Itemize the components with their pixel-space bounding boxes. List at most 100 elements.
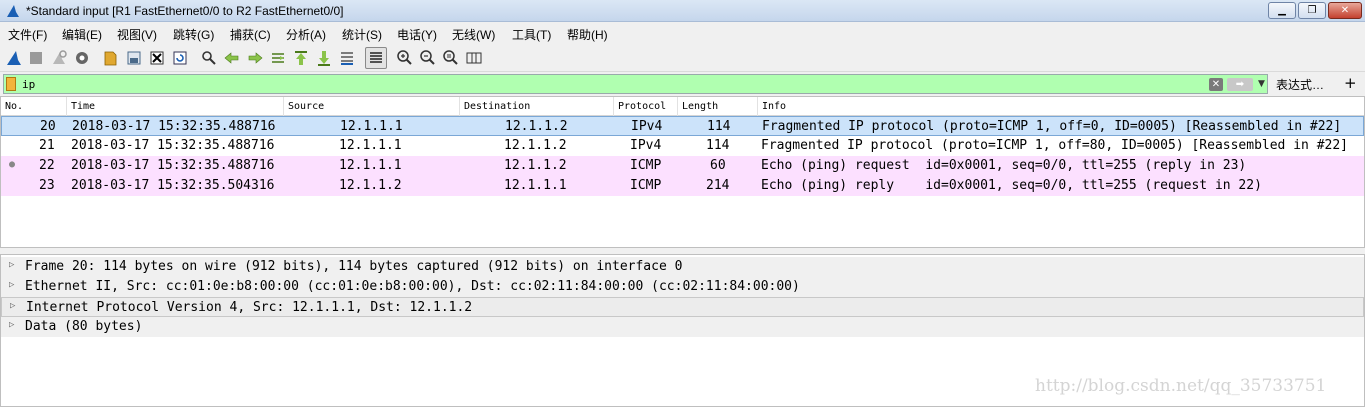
watermark: http://blog.csdn.net/qq_35733751 [1035, 376, 1327, 396]
column-header-info[interactable]: Info [758, 97, 1364, 116]
cell-info: Echo (ping) request id=0x0001, seq=0/0, … [761, 158, 1247, 173]
cell-no: 20 [40, 119, 56, 134]
menu-edit[interactable]: 编辑(E) [62, 26, 102, 43]
go-forward-icon[interactable] [246, 49, 264, 67]
go-back-icon[interactable] [223, 49, 241, 67]
display-filter-bar: ✕ ➡ ▼ 表达式… + [0, 73, 1365, 95]
save-file-icon[interactable] [125, 49, 143, 67]
open-file-icon[interactable] [102, 49, 120, 67]
bookmark-icon[interactable] [6, 77, 16, 91]
cell-destination: 12.1.1.2 [504, 138, 567, 153]
shark-fin-start-icon[interactable] [5, 49, 23, 67]
minimize-button[interactable]: ▁ [1268, 2, 1296, 19]
expand-arrow-icon[interactable]: ▷ [9, 260, 14, 270]
tree-item-label: Data (80 bytes) [25, 319, 143, 334]
menu-wireless[interactable]: 无线(W) [452, 26, 495, 43]
menu-tools[interactable]: 工具(T) [512, 26, 551, 43]
add-filter-button[interactable]: + [1344, 74, 1357, 92]
resize-columns-icon[interactable] [465, 49, 483, 67]
capture-options-icon[interactable] [73, 49, 91, 67]
tree-item-label: Ethernet II, Src: cc:01:0e:b8:00:00 (cc:… [25, 279, 800, 294]
cell-destination: 12.1.1.2 [504, 158, 567, 173]
auto-scroll-icon[interactable] [338, 49, 356, 67]
cell-destination: 12.1.1.1 [504, 178, 567, 193]
menu-telephony[interactable]: 电话(Y) [397, 26, 437, 43]
display-filter-input[interactable] [22, 76, 1202, 92]
go-to-packet-icon[interactable] [269, 49, 287, 67]
menu-capture[interactable]: 捕获(C) [230, 26, 271, 43]
cell-length: 60 [710, 158, 726, 173]
last-packet-icon[interactable] [315, 49, 333, 67]
expression-button[interactable]: 表达式… [1276, 76, 1324, 93]
cell-no: 21 [39, 138, 55, 153]
cell-length: 114 [706, 138, 730, 153]
cell-source: 12.1.1.1 [339, 158, 402, 173]
apply-filter-icon[interactable]: ➡ [1227, 78, 1253, 91]
main-toolbar [0, 44, 1365, 72]
expand-arrow-icon[interactable]: ▷ [9, 280, 14, 290]
window-title: *Standard input [R1 FastEthernet0/0 to R… [26, 4, 344, 18]
cell-info: Echo (ping) reply id=0x0001, seq=0/0, tt… [761, 178, 1262, 193]
cell-destination: 12.1.1.2 [505, 119, 568, 134]
column-header-protocol[interactable]: Protocol [614, 97, 678, 116]
cell-time: 2018-03-17 15:32:35.504316 [71, 178, 275, 193]
cell-info: Fragmented IP protocol (proto=ICMP 1, of… [762, 119, 1342, 134]
cell-no: 23 [39, 178, 55, 193]
table-row[interactable]: 23 2018-03-17 15:32:35.504316 12.1.1.2 1… [1, 176, 1364, 196]
wireshark-fin-icon [7, 5, 19, 17]
cell-protocol: IPv4 [630, 138, 662, 153]
cell-info: Fragmented IP protocol (proto=ICMP 1, of… [761, 138, 1348, 153]
packet-list: No. Time Source Destination Protocol Len… [0, 96, 1365, 248]
cell-length: 214 [706, 178, 730, 193]
packet-list-header: No. Time Source Destination Protocol Len… [1, 97, 1364, 116]
menu-help[interactable]: 帮助(H) [567, 26, 608, 43]
menu-bar: 文件(F) 编辑(E) 视图(V) 跳转(G) 捕获(C) 分析(A) 统计(S… [0, 23, 1365, 43]
close-file-icon[interactable] [148, 49, 166, 67]
column-header-no[interactable]: No. [1, 97, 67, 116]
related-packet-dot-icon: ● [9, 159, 16, 170]
reload-file-icon[interactable] [171, 49, 189, 67]
title-bar: *Standard input [R1 FastEthernet0/0 to R… [0, 0, 1365, 22]
tree-item-frame[interactable]: ▷ Frame 20: 114 bytes on wire (912 bits)… [1, 257, 1364, 277]
cell-source: 12.1.1.1 [340, 119, 403, 134]
clear-filter-icon[interactable]: ✕ [1209, 78, 1223, 91]
table-row[interactable]: 21 2018-03-17 15:32:35.488716 12.1.1.1 1… [1, 136, 1364, 156]
stop-capture-icon[interactable] [27, 49, 45, 67]
expand-arrow-icon[interactable]: ▷ [10, 301, 15, 311]
table-row[interactable]: 20 2018-03-17 15:32:35.488716 12.1.1.1 1… [1, 116, 1364, 136]
menu-analyze[interactable]: 分析(A) [286, 26, 326, 43]
cell-time: 2018-03-17 15:32:35.488716 [72, 119, 276, 134]
tree-item-ethernet[interactable]: ▷ Ethernet II, Src: cc:01:0e:b8:00:00 (c… [1, 277, 1364, 297]
cell-time: 2018-03-17 15:32:35.488716 [71, 138, 275, 153]
tree-item-label: Internet Protocol Version 4, Src: 12.1.1… [26, 300, 473, 315]
tree-item-ipv4[interactable]: ▷ Internet Protocol Version 4, Src: 12.1… [1, 297, 1364, 317]
column-header-destination[interactable]: Destination [460, 97, 614, 116]
cell-protocol: IPv4 [631, 119, 663, 134]
maximize-button[interactable]: ❐ [1298, 2, 1326, 19]
restart-capture-icon[interactable] [50, 49, 68, 67]
zoom-out-icon[interactable] [419, 49, 437, 67]
column-header-source[interactable]: Source [284, 97, 460, 116]
colorize-icon[interactable] [365, 47, 387, 69]
first-packet-icon[interactable] [292, 49, 310, 67]
tree-item-data[interactable]: ▷ Data (80 bytes) [1, 317, 1364, 337]
table-row[interactable]: ● 22 2018-03-17 15:32:35.488716 12.1.1.1… [1, 156, 1364, 176]
menu-view[interactable]: 视图(V) [117, 26, 157, 43]
column-header-time[interactable]: Time [67, 97, 284, 116]
cell-source: 12.1.1.1 [339, 138, 402, 153]
display-filter-field: ✕ ➡ ▼ [3, 74, 1268, 94]
cell-no: 22 [39, 158, 55, 173]
zoom-in-icon[interactable] [396, 49, 414, 67]
menu-go[interactable]: 跳转(G) [173, 26, 214, 43]
chevron-down-icon[interactable]: ▼ [1258, 79, 1265, 89]
close-button[interactable]: ✕ [1328, 2, 1362, 19]
cell-source: 12.1.1.2 [339, 178, 402, 193]
expand-arrow-icon[interactable]: ▷ [9, 320, 14, 330]
find-packet-icon[interactable] [200, 49, 218, 67]
menu-file[interactable]: 文件(F) [8, 26, 47, 43]
normal-size-icon[interactable] [442, 49, 460, 67]
cell-protocol: ICMP [630, 158, 662, 173]
menu-statistics[interactable]: 统计(S) [342, 26, 382, 43]
column-header-length[interactable]: Length [678, 97, 758, 116]
tree-item-label: Frame 20: 114 bytes on wire (912 bits), … [25, 259, 683, 274]
